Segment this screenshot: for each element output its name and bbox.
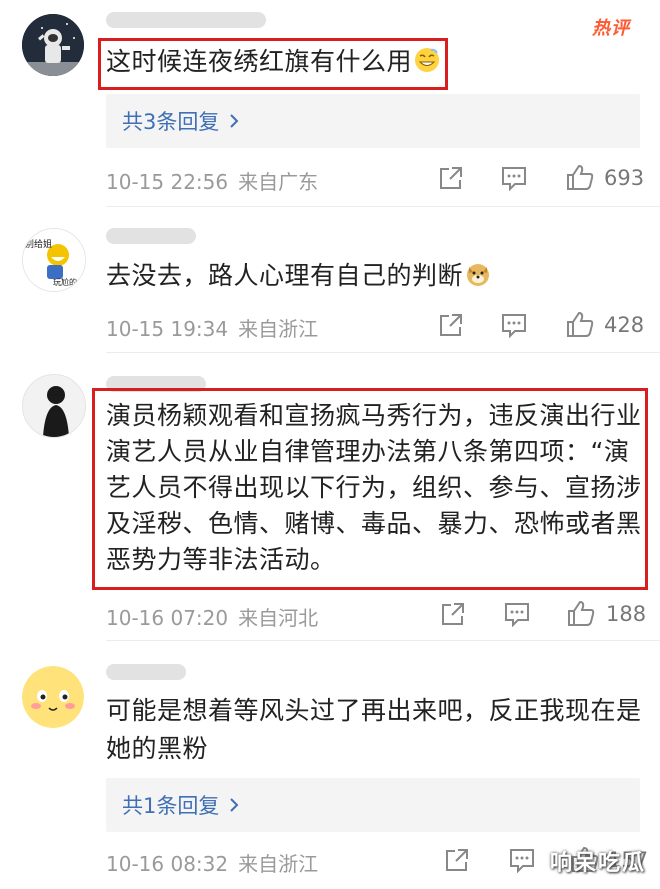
comment-icon[interactable]	[500, 312, 528, 342]
timestamp: 10-15 22:56	[106, 170, 229, 194]
grin-emoji	[414, 47, 440, 73]
timestamp: 10-16 08:32	[106, 852, 229, 876]
username-blurred[interactable]	[106, 12, 266, 28]
comment-line: 及淫秽、色情、赌博、毒品、暴力、恐怖或者黑	[106, 509, 642, 538]
comment-text: 可能是想着等风头过了再出来吧，反正我现在是 她的黑粉	[106, 692, 642, 768]
comment-2: 别给姐 玩尬的 去没去，路人心理有自己的判断 10-15 19:34 来自浙江 4…	[0, 206, 660, 356]
share-icon[interactable]	[444, 847, 470, 877]
comment-text: 去没去，路人心理有自己的判断	[106, 258, 491, 294]
comment-icon[interactable]	[508, 847, 536, 877]
divider	[106, 640, 660, 641]
doge-emoji	[465, 261, 491, 287]
comment-line: 恶势力等非法活动。	[106, 545, 336, 574]
location: 来自浙江	[238, 317, 319, 341]
like-icon[interactable]	[566, 599, 596, 631]
silhouette-avatar-image	[23, 375, 85, 437]
like-icon[interactable]	[565, 310, 595, 342]
chevron-right-icon	[229, 794, 239, 818]
share-icon[interactable]	[438, 165, 464, 195]
watermark: 响呆吃瓜	[549, 851, 646, 876]
like-count: 693	[604, 166, 645, 190]
comment-meta: 10-15 19:34 来自浙江	[106, 313, 318, 342]
view-replies-link[interactable]: 共3条回复	[122, 106, 239, 136]
location: 来自浙江	[238, 852, 319, 876]
comment-text: 这时候连夜绣红旗有什么用	[106, 44, 440, 80]
comment-line: 艺人员不得出现以下行为，组织、参与、宣扬涉	[106, 473, 642, 502]
share-icon[interactable]	[440, 601, 466, 631]
reply-box[interactable]: 共3条回复	[106, 94, 640, 148]
view-replies-link[interactable]: 共1条回复	[122, 790, 239, 820]
like-icon[interactable]	[565, 163, 595, 195]
comment-line: 她的黑粉	[106, 734, 209, 763]
username-blurred[interactable]	[106, 228, 196, 244]
avatar[interactable]	[22, 14, 84, 76]
comment-line: 可能是想着等风头过了再出来吧，反正我现在是	[106, 696, 642, 725]
avatar[interactable]	[22, 374, 86, 438]
blush-face-avatar-image	[22, 666, 84, 728]
comment-meta: 10-15 22:56 来自广东	[106, 166, 318, 195]
comment-line: 演员杨颖观看和宣扬疯马秀行为，违反演出行业	[106, 401, 642, 430]
comment-meta: 10-16 08:32 来自浙江	[106, 848, 318, 877]
chevron-right-icon	[229, 110, 239, 134]
avatar-caption-bottom: 玩尬的	[53, 278, 77, 287]
comment-line: 演艺人员从业自律管理办法第八条第四项：“演	[106, 437, 630, 466]
comment-3: 演员杨颖观看和宣扬疯马秀行为，违反演出行业 演艺人员从业自律管理办法第八条第四项…	[0, 352, 660, 642]
location: 来自广东	[238, 170, 319, 194]
reply-box[interactable]: 共1条回复	[106, 778, 640, 832]
timestamp: 10-15 19:34	[106, 317, 229, 341]
comment-1: 这时候连夜绣红旗有什么用 共3条回复 10-15 22:56 来自广东 693	[0, 0, 660, 207]
avatar[interactable]: 别给姐 玩尬的	[22, 228, 86, 292]
avatar-caption-top: 别给姐	[25, 240, 53, 250]
like-count: 428	[604, 313, 645, 337]
like-count: 188	[606, 602, 647, 626]
comment-text: 演员杨颖观看和宣扬疯马秀行为，违反演出行业 演艺人员从业自律管理办法第八条第四项…	[106, 398, 642, 578]
share-icon[interactable]	[438, 312, 464, 342]
comment-meta: 10-16 07:20 来自河北	[106, 602, 318, 631]
location: 来自河北	[238, 606, 319, 630]
avatar[interactable]	[22, 666, 84, 728]
comment-icon[interactable]	[500, 165, 528, 195]
timestamp: 10-16 07:20	[106, 606, 229, 630]
username-blurred[interactable]	[106, 664, 186, 680]
comment-icon[interactable]	[503, 601, 531, 631]
astronaut-avatar-image	[22, 14, 84, 76]
